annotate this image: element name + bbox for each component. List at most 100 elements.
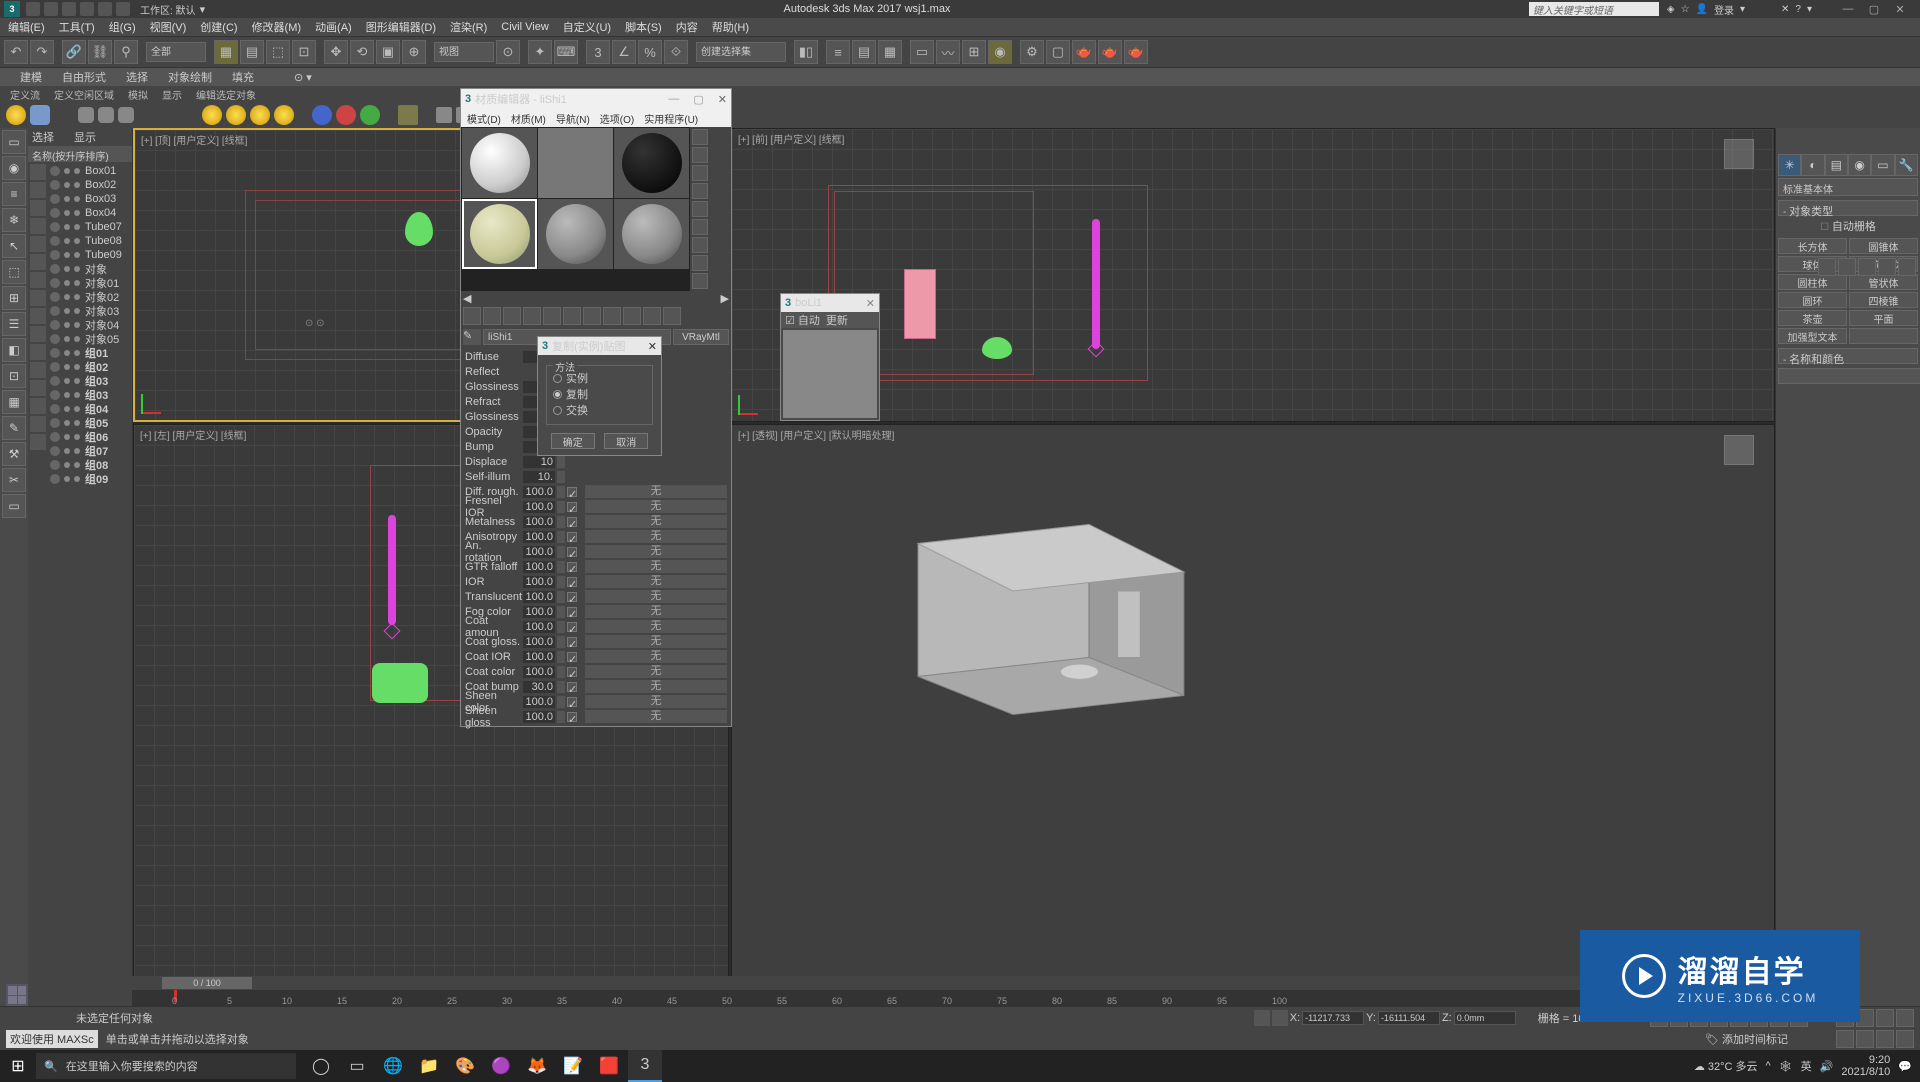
material-editor-titlebar[interactable]: 3 材质编辑器 - liShi1 — ▢ ✕ (461, 89, 731, 109)
se-filter-15[interactable] (30, 416, 46, 432)
param-map-button[interactable]: 无 (585, 710, 727, 723)
tab-utilities-icon[interactable]: 🔧 (1895, 154, 1918, 176)
subribbon-edit[interactable]: 编辑选定对象 (196, 87, 256, 102)
notifications-icon[interactable]: 💬 (1898, 1060, 1912, 1073)
scene-item[interactable]: 对象 (48, 262, 132, 276)
move-button[interactable]: ✥ (324, 40, 348, 64)
maximize-button[interactable]: ▢ (1868, 3, 1880, 15)
time-ruler[interactable]: 0510152025303540455055606570758085909510… (132, 990, 1772, 1006)
render-button[interactable]: 🫖 (1072, 40, 1096, 64)
param-value-input[interactable]: 100.0 (523, 546, 555, 558)
param-value-input[interactable]: 100.0 (523, 561, 555, 573)
ribbon-selection[interactable]: 选择 (126, 69, 148, 85)
app2-icon[interactable]: 🟣 (484, 1050, 518, 1082)
nav2-1[interactable] (1836, 1030, 1854, 1048)
scene-item[interactable]: 组05 (48, 416, 132, 430)
coord-z-input[interactable] (1454, 1011, 1516, 1025)
angle-snap-button[interactable]: ∠ (612, 40, 636, 64)
rp-corner-1[interactable] (1818, 258, 1836, 276)
view-cube[interactable] (1714, 431, 1764, 481)
ls-select-icon[interactable]: ▭ (2, 130, 26, 154)
param-value-input[interactable]: 100.0 (523, 576, 555, 588)
ls-h-icon[interactable]: ⚒ (2, 442, 26, 466)
blueball-icon[interactable] (312, 105, 332, 125)
scene-item[interactable]: 组08 (48, 458, 132, 472)
ribbon-freeform[interactable]: 自由形式 (62, 69, 106, 85)
scene-item[interactable]: 对象02 (48, 290, 132, 304)
clock[interactable]: 9:20 2021/8/10 (1841, 1054, 1890, 1078)
me-menu-options[interactable]: 选项(O) (600, 111, 634, 126)
mat-slot-6[interactable] (614, 199, 689, 269)
diamond-icon[interactable]: ◈ (1667, 4, 1675, 15)
param-value-input[interactable]: 100.0 (523, 621, 555, 633)
me-minimize-icon[interactable]: — (668, 93, 679, 105)
layer-button[interactable]: ▤ (852, 40, 876, 64)
sphere4-icon[interactable] (274, 105, 294, 125)
se-col-select[interactable]: 选择 (32, 129, 54, 145)
param-map-button[interactable]: 无 (585, 500, 727, 513)
se-filter-7[interactable] (30, 272, 46, 288)
section-object-type[interactable]: - 对象类型 (1778, 200, 1918, 216)
redo-icon[interactable] (98, 2, 112, 16)
menu-help[interactable]: 帮助(H) (712, 19, 749, 35)
ime-indicator[interactable]: 英 (1801, 1058, 1812, 1074)
primitive-button[interactable]: 加强型文本 (1778, 328, 1847, 344)
me-close-icon[interactable]: ✕ (718, 93, 727, 106)
undo-icon[interactable] (80, 2, 94, 16)
copy-dialog-close-icon[interactable]: ✕ (648, 340, 657, 353)
param-value-input[interactable]: 30.0 (523, 681, 555, 693)
tray-network-icon[interactable]: 🕸 (1779, 1060, 1793, 1073)
lock-icon[interactable] (1254, 1010, 1270, 1026)
boli-update-button[interactable]: 更新 (826, 312, 848, 328)
nav-max-button[interactable] (1896, 1009, 1914, 1027)
param-value-input[interactable]: 100.0 (523, 531, 555, 543)
me-tb-10[interactable] (643, 307, 661, 325)
unlink-button[interactable]: ⛓ (88, 40, 112, 64)
me-tb-7[interactable] (583, 307, 601, 325)
boli-preview-dialog[interactable]: 3 boLi1 ✕ ☑ 自动 更新 (780, 293, 880, 421)
param-checkbox[interactable]: ✓ (567, 712, 577, 722)
notes-icon[interactable]: 📝 (556, 1050, 590, 1082)
spinner-icon[interactable] (557, 591, 565, 603)
tray-volume-icon[interactable]: 🔊 (1820, 1060, 1834, 1073)
primitive-button[interactable]: 四棱锥 (1849, 292, 1918, 308)
ls-g-icon[interactable]: ✎ (2, 416, 26, 440)
ls-cursor-icon[interactable]: ↖ (2, 234, 26, 258)
me-side-7[interactable] (692, 237, 708, 253)
me-side-3[interactable] (692, 165, 708, 181)
spinner-icon[interactable] (557, 681, 565, 693)
param-checkbox[interactable]: ✓ (567, 577, 577, 587)
star-icon[interactable]: ☆ (1681, 4, 1690, 15)
subribbon-display[interactable]: 显示 (162, 87, 182, 102)
primitive-button[interactable]: 茶壶 (1778, 310, 1847, 326)
mat-slot-5[interactable] (538, 199, 613, 269)
login-link[interactable]: 登录 (1714, 2, 1734, 17)
scene-item[interactable]: Tube08 (48, 234, 132, 248)
copy-cancel-button[interactable]: 取消 (604, 433, 648, 449)
param-map-button[interactable]: 无 (585, 515, 727, 528)
se-filter-10[interactable] (30, 326, 46, 342)
param-checkbox[interactable]: ✓ (567, 562, 577, 572)
menu-customize[interactable]: 自定义(U) (563, 19, 611, 35)
view-cube[interactable] (1714, 135, 1764, 185)
me-tb-3[interactable] (503, 307, 521, 325)
explorer-icon[interactable]: 📁 (412, 1050, 446, 1082)
primitive-button[interactable]: 圆柱体 (1778, 274, 1847, 290)
menu-edit[interactable]: 编辑(E) (8, 19, 45, 35)
scene-item[interactable]: 组03 (48, 374, 132, 388)
spinner-icon[interactable] (557, 636, 565, 648)
select-object-button[interactable]: ▦ (214, 40, 238, 64)
sun-icon[interactable] (6, 105, 26, 125)
spinner-icon[interactable] (557, 531, 565, 543)
rp-corner-4[interactable] (1878, 258, 1896, 276)
greenball-icon[interactable] (360, 105, 380, 125)
cloud-icon[interactable] (30, 105, 50, 125)
object-name-input[interactable] (1778, 368, 1920, 384)
me-tb-1[interactable] (463, 307, 481, 325)
menu-render[interactable]: 渲染(R) (450, 19, 487, 35)
me-menu-nav[interactable]: 导航(N) (556, 111, 590, 126)
link-button[interactable]: 🔗 (62, 40, 86, 64)
time-slider[interactable]: 0 / 100 (162, 977, 252, 989)
se-filter-13[interactable] (30, 380, 46, 396)
spinner-icon[interactable] (557, 456, 565, 468)
